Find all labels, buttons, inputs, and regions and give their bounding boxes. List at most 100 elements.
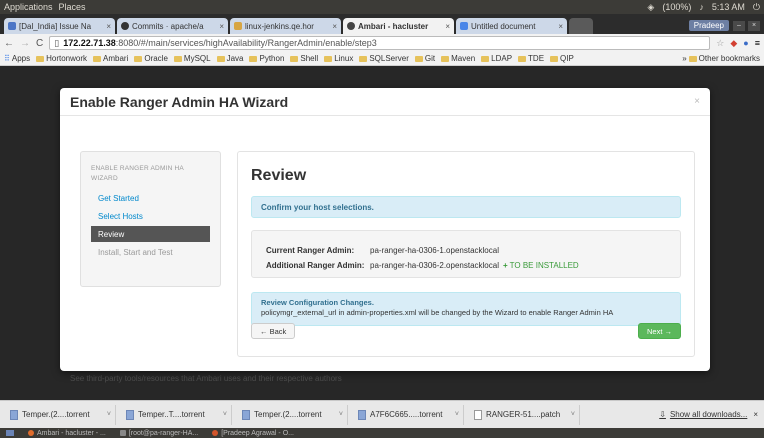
bookmark-folder[interactable]: Java: [216, 54, 243, 63]
folder-icon: [414, 55, 423, 62]
taskbar-item-chrome[interactable]: Ambari - hacluster - ...: [28, 430, 106, 437]
browser-tab-github[interactable]: Commits · apache/a ×: [117, 18, 228, 34]
bookmark-apps[interactable]: ⠿ Apps: [4, 54, 30, 63]
download-arrow-icon: ⇩: [659, 410, 666, 419]
document-icon: [474, 409, 482, 420]
folder-icon: [324, 55, 333, 62]
os-taskbar: Ambari - hacluster - ... [root@pa-ranger…: [0, 428, 764, 438]
star-icon[interactable]: ☆: [716, 38, 724, 49]
bookmark-folder[interactable]: SQLServer: [359, 54, 409, 63]
back-arrow-icon[interactable]: ←: [4, 38, 14, 49]
bookmark-folder[interactable]: Maven: [441, 54, 475, 63]
additional-admin-row: Additional Ranger Admin: pa-ranger-ha-03…: [266, 258, 666, 273]
current-admin-value: pa-ranger-ha-0306-1.openstacklocal: [370, 246, 499, 255]
extension-icon[interactable]: ●: [743, 38, 748, 48]
wizard-modal: Enable Ranger Admin HA Wizard × ENABLE R…: [60, 88, 710, 371]
bookmark-folder[interactable]: QIP: [550, 54, 574, 63]
step-review[interactable]: Review: [91, 226, 210, 242]
clock[interactable]: 5:13 AM: [712, 2, 745, 12]
profile-badge[interactable]: Pradeep: [688, 20, 729, 31]
review-title: Review: [251, 167, 307, 184]
wizard-steps-sidebar: ENABLE RANGER ADMIN HA WIZARD Get Starte…: [80, 151, 221, 287]
bookmark-folder[interactable]: Hortonwork: [36, 54, 87, 63]
next-button[interactable]: Next →: [637, 323, 681, 339]
bookmark-folder[interactable]: TDE: [518, 54, 544, 63]
bookmark-folder[interactable]: Git: [414, 54, 435, 63]
file-icon: [126, 409, 134, 420]
additional-admin-value: pa-ranger-ha-0306-2.openstacklocal: [370, 261, 499, 270]
step-select-hosts[interactable]: Select Hosts: [91, 208, 210, 224]
close-tab-icon[interactable]: ×: [445, 22, 450, 31]
new-tab-button[interactable]: [569, 18, 593, 34]
to-be-installed-badge: + TO BE INSTALLED: [502, 261, 579, 270]
minimize-icon[interactable]: –: [733, 21, 745, 31]
forward-arrow-icon[interactable]: →: [20, 38, 30, 49]
chevron-down-icon[interactable]: ˅: [455, 411, 459, 418]
chevron-down-icon[interactable]: ˅: [339, 411, 343, 418]
bookmark-folder[interactable]: LDAP: [481, 54, 512, 63]
download-item[interactable]: Temper.(2....torrent ˅: [6, 404, 116, 425]
folder-icon: [36, 55, 45, 62]
download-item[interactable]: Temper.(2....torrent ˅: [238, 404, 348, 425]
back-button[interactable]: ← Back: [251, 323, 296, 339]
reload-icon[interactable]: C: [36, 38, 43, 49]
config-changes-alert: Review Configuration Changes. policymgr_…: [251, 292, 681, 326]
folder-icon: [481, 55, 490, 62]
battery-status[interactable]: (100%): [662, 2, 691, 12]
show-all-downloads-link[interactable]: ⇩ Show all downloads...: [659, 410, 747, 419]
chevron-down-icon[interactable]: ˅: [223, 411, 227, 418]
current-admin-label: Current Ranger Admin:: [266, 246, 355, 255]
browser-tab-docs[interactable]: Untitled document ×: [456, 18, 567, 34]
folder-icon: [249, 55, 258, 62]
menu-icon[interactable]: ≡: [755, 38, 760, 48]
step-get-started[interactable]: Get Started: [91, 190, 210, 206]
url-input[interactable]: ▯ 172.22.71.38:8080/#/main/services/high…: [49, 36, 711, 50]
close-shelf-icon[interactable]: ×: [753, 410, 758, 419]
download-item[interactable]: RANGER-51....patch ˅: [470, 404, 580, 425]
close-tab-icon[interactable]: ×: [219, 22, 224, 31]
taskbar-item-other[interactable]: [Pradeep Agrawal - O...: [212, 430, 294, 437]
bookmark-folder[interactable]: Linux: [324, 54, 353, 63]
close-window-icon[interactable]: ×: [748, 21, 760, 31]
bookmark-folder[interactable]: MySQL: [173, 54, 211, 63]
download-item[interactable]: Temper..T....torrent ˅: [122, 404, 232, 425]
places-menu[interactable]: Places: [59, 2, 86, 12]
folder-icon: [688, 55, 697, 62]
ambari-favicon-icon: [347, 22, 355, 30]
bookmark-folder[interactable]: Python: [249, 54, 284, 63]
review-panel: Review Confirm your host selections. Cur…: [237, 151, 695, 357]
folder-icon: [173, 55, 182, 62]
folder-icon: [441, 55, 450, 62]
bookmark-folder[interactable]: Ambari: [93, 54, 128, 63]
page-icon: ▯: [54, 37, 60, 48]
jira-favicon-icon: [8, 22, 16, 30]
app-icon: [212, 430, 219, 436]
close-tab-icon[interactable]: ×: [558, 22, 563, 31]
other-bookmarks[interactable]: » Other bookmarks: [682, 54, 760, 63]
show-desktop-icon[interactable]: [6, 430, 14, 436]
jenkins-favicon-icon: [234, 22, 242, 30]
extension-icon[interactable]: ◆: [730, 38, 737, 49]
browser-tab-jira[interactable]: [Dal_India] Issue Na ×: [4, 18, 115, 34]
bookmark-folder[interactable]: Oracle: [134, 54, 168, 63]
taskbar-item-terminal[interactable]: [root@pa-ranger-HA...: [119, 430, 198, 437]
close-tab-icon[interactable]: ×: [106, 22, 111, 31]
modal-header: Enable Ranger Admin HA Wizard ×: [60, 88, 710, 116]
browser-tab-jenkins[interactable]: linux-jenkins.qe.hor ×: [230, 18, 341, 34]
bookmarks-bar: ⠿ Apps Hortonwork Ambari Oracle MySQL Jav…: [0, 52, 764, 66]
chevron-down-icon[interactable]: ˅: [107, 411, 111, 418]
terminal-icon: [119, 430, 126, 436]
chevron-down-icon[interactable]: ˅: [571, 411, 575, 418]
close-tab-icon[interactable]: ×: [332, 22, 337, 31]
download-item[interactable]: A7F6C665.....torrent ˅: [354, 404, 464, 425]
file-icon: [10, 409, 18, 420]
step-install-start-test: Install, Start and Test: [98, 247, 173, 257]
power-icon[interactable]: ⏻: [753, 2, 760, 13]
file-icon: [358, 409, 366, 420]
volume-icon[interactable]: ♪: [699, 2, 704, 12]
close-icon[interactable]: ×: [694, 96, 700, 107]
bookmark-folder[interactable]: Shell: [290, 54, 318, 63]
applications-menu[interactable]: Applications: [4, 2, 53, 12]
browser-tab-ambari[interactable]: Ambari - hacluster ×: [343, 18, 454, 34]
wifi-icon[interactable]: ◈: [647, 2, 654, 13]
